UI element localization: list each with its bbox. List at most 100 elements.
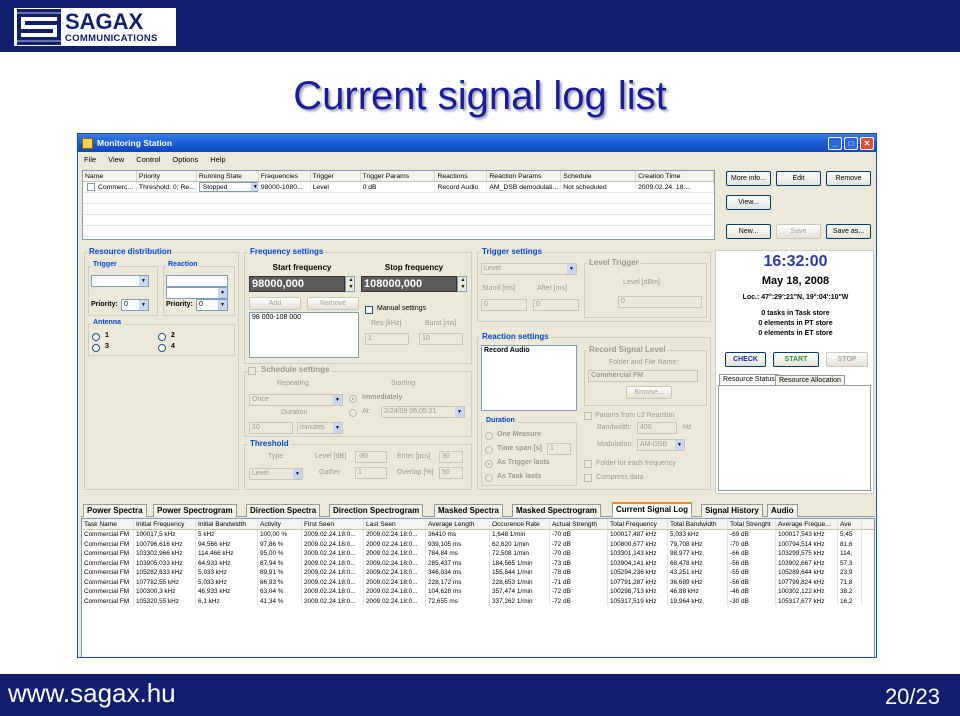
table-row[interactable]: Commercial FM 107782,55 kHz 5,033 kHz 86,93… [82, 577, 874, 587]
column-header[interactable]: Total Strenght [728, 519, 776, 529]
repeating-select[interactable]: Once [249, 394, 343, 406]
menu-control[interactable]: Control [136, 155, 160, 164]
stop-frequency-input[interactable]: 108000,000 [361, 276, 457, 292]
folder-each-checkbox[interactable] [584, 460, 592, 468]
column-header[interactable]: Priority [137, 171, 197, 181]
immediately-radio[interactable] [349, 395, 357, 403]
table-row[interactable]: Commercial FM 103905,033 kHz 64,933 kHz 87,… [82, 558, 874, 568]
tab-audio[interactable]: Audio [767, 504, 798, 517]
frequency-list[interactable]: 98 000-108 000 [249, 312, 359, 358]
column-header[interactable]: First Seen [302, 519, 364, 529]
table-row[interactable]: Commercial FM 105320,55 kHz 6,1 kHz 41,34 %… [82, 596, 874, 606]
stop-frequency-spinner[interactable]: ▲ ▼ [457, 276, 467, 292]
more-info-button[interactable]: More info... [726, 171, 771, 186]
time-span-input[interactable]: 1 [547, 443, 571, 455]
duration-input[interactable]: 10 [249, 422, 293, 434]
menu-view[interactable]: View [108, 155, 124, 164]
remove-button[interactable]: Remove [826, 171, 871, 186]
footer-url[interactable]: www.sagax.hu [8, 678, 176, 709]
gather-input[interactable]: 1 [355, 467, 387, 479]
level-db-input[interactable]: -80 [355, 451, 387, 463]
enter-pcs-input[interactable]: 30 [439, 451, 463, 463]
remove-frequency-button[interactable]: Remove [307, 297, 359, 310]
column-header[interactable]: Trigger Params [361, 171, 436, 181]
reaction-list-item[interactable]: Record Audio [484, 347, 574, 354]
save-as-button[interactable]: Save as... [826, 224, 871, 239]
time-span-radio[interactable] [485, 446, 493, 454]
res-input[interactable]: 1 [365, 333, 409, 345]
column-header[interactable]: Trigger [311, 171, 361, 181]
duration-unit-select[interactable]: minutes [297, 422, 343, 434]
menu-options[interactable]: Options [172, 155, 198, 164]
column-header[interactable]: Initial Frequency [134, 519, 196, 529]
new-button[interactable]: New... [726, 224, 771, 239]
column-header[interactable]: Frequencies [259, 171, 311, 181]
table-row[interactable]: Commercial FM 100796,616 kHz 94,566 kHz 97,… [82, 539, 874, 549]
tab-power-spectrogram[interactable]: Power Spectrogram [153, 504, 237, 517]
column-header[interactable]: Activity [258, 519, 302, 529]
tab-masked-spectra[interactable]: Masked Spectra [434, 504, 503, 517]
after-input[interactable]: 0 [533, 299, 579, 311]
tab-masked-spectrogram[interactable]: Masked Spectrogram [512, 504, 601, 517]
as-task-radio[interactable] [485, 474, 493, 482]
antenna-1-radio[interactable] [92, 333, 100, 341]
running-state-select[interactable]: Stopped [198, 182, 258, 192]
stand-input[interactable]: 0 [481, 299, 527, 311]
one-measure-radio[interactable] [485, 432, 493, 440]
trigger-priority-select[interactable]: 0 [121, 299, 149, 311]
column-header[interactable]: Running State [197, 171, 259, 181]
edit-button[interactable]: Edit [776, 171, 821, 186]
task-row[interactable]: Commerc... Threshold: 0; Re... Stopped 9… [83, 182, 714, 193]
tab-power-spectra[interactable]: Power Spectra [83, 504, 147, 517]
tab-direction-spectrogram[interactable]: Direction Spectrogram [329, 504, 424, 517]
close-button[interactable]: ✕ [860, 136, 874, 150]
overlap-input[interactable]: 50 [439, 467, 463, 479]
manual-settings-checkbox[interactable] [365, 306, 373, 314]
task-checkbox[interactable] [87, 183, 95, 192]
start-frequency-input[interactable]: 98000,000 [249, 276, 345, 292]
start-frequency-spinner[interactable]: ▲ ▼ [345, 276, 355, 292]
bandwidth-input[interactable]: 400 [637, 422, 677, 434]
column-header[interactable]: Last Seen [364, 519, 426, 529]
column-header[interactable]: Average Length [426, 519, 490, 529]
antenna-3-radio[interactable] [92, 344, 100, 352]
params-l2-checkbox[interactable] [584, 412, 592, 420]
column-header[interactable]: Occurence Rate [490, 519, 550, 529]
column-header[interactable]: Average Freque... [776, 519, 838, 529]
as-trigger-radio[interactable] [485, 460, 493, 468]
stop-button[interactable]: STOP [826, 352, 868, 367]
trigger-type-select[interactable]: Level [481, 263, 577, 275]
table-row[interactable]: Commercial FM 105282,633 kHz 5,933 kHz 89,9… [82, 568, 874, 578]
antenna-4-radio[interactable] [158, 344, 166, 352]
at-datetime-picker[interactable]: 2/24/09 06:05:21 [381, 406, 465, 418]
reaction-list[interactable]: Record Audio [481, 345, 577, 411]
schedule-checkbox[interactable] [248, 367, 256, 375]
save-button[interactable]: Save [776, 224, 821, 239]
frequency-list-item[interactable]: 98 000-108 000 [252, 314, 356, 321]
trigger-resource-select[interactable] [91, 275, 149, 287]
tab-direction-spectra[interactable]: Direction Spectra [246, 504, 321, 517]
column-header[interactable]: Initial Bandwidth [196, 519, 258, 529]
at-radio[interactable] [349, 409, 357, 417]
reaction-resource-select[interactable] [166, 287, 228, 299]
table-row[interactable]: Commercial FM 100017,5 kHz 5 kHz 100,00 % 20… [82, 530, 874, 540]
check-button[interactable]: CHECK [725, 352, 766, 367]
start-button[interactable]: START [773, 352, 819, 367]
reaction-priority-select[interactable]: 0 [196, 299, 228, 311]
reaction-resource-input[interactable] [166, 275, 228, 287]
tab-current-signal-log[interactable]: Current Signal Log [612, 502, 692, 517]
antenna-2-radio[interactable] [158, 333, 166, 341]
column-header[interactable]: Task Name [82, 519, 134, 529]
modulation-select[interactable]: AM-DSB [637, 439, 685, 451]
maximize-button[interactable]: □ [844, 136, 858, 150]
threshold-type-select[interactable]: Level [249, 468, 303, 480]
burst-input[interactable]: 10 [419, 333, 463, 345]
column-header[interactable]: Actual Strength [550, 519, 608, 529]
menu-help[interactable]: Help [210, 155, 225, 164]
menu-file[interactable]: File [84, 155, 96, 164]
add-frequency-button[interactable]: Add [249, 297, 301, 310]
column-header[interactable]: Schedule [561, 171, 637, 181]
column-header[interactable]: Ave [838, 519, 862, 529]
tab-signal-history[interactable]: Signal History [701, 504, 763, 517]
browse-button[interactable]: Browse... [626, 386, 672, 399]
